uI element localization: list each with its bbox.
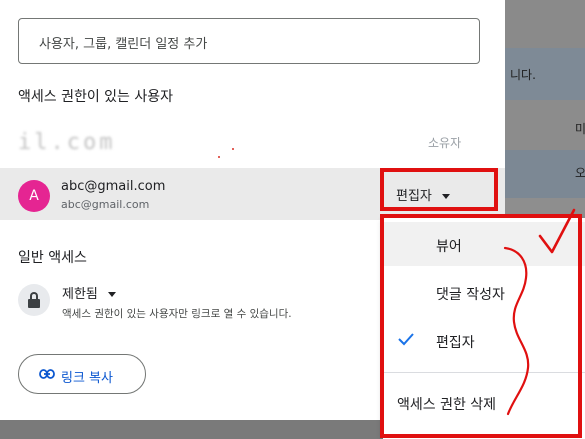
annotation-scribble [503,208,576,416]
